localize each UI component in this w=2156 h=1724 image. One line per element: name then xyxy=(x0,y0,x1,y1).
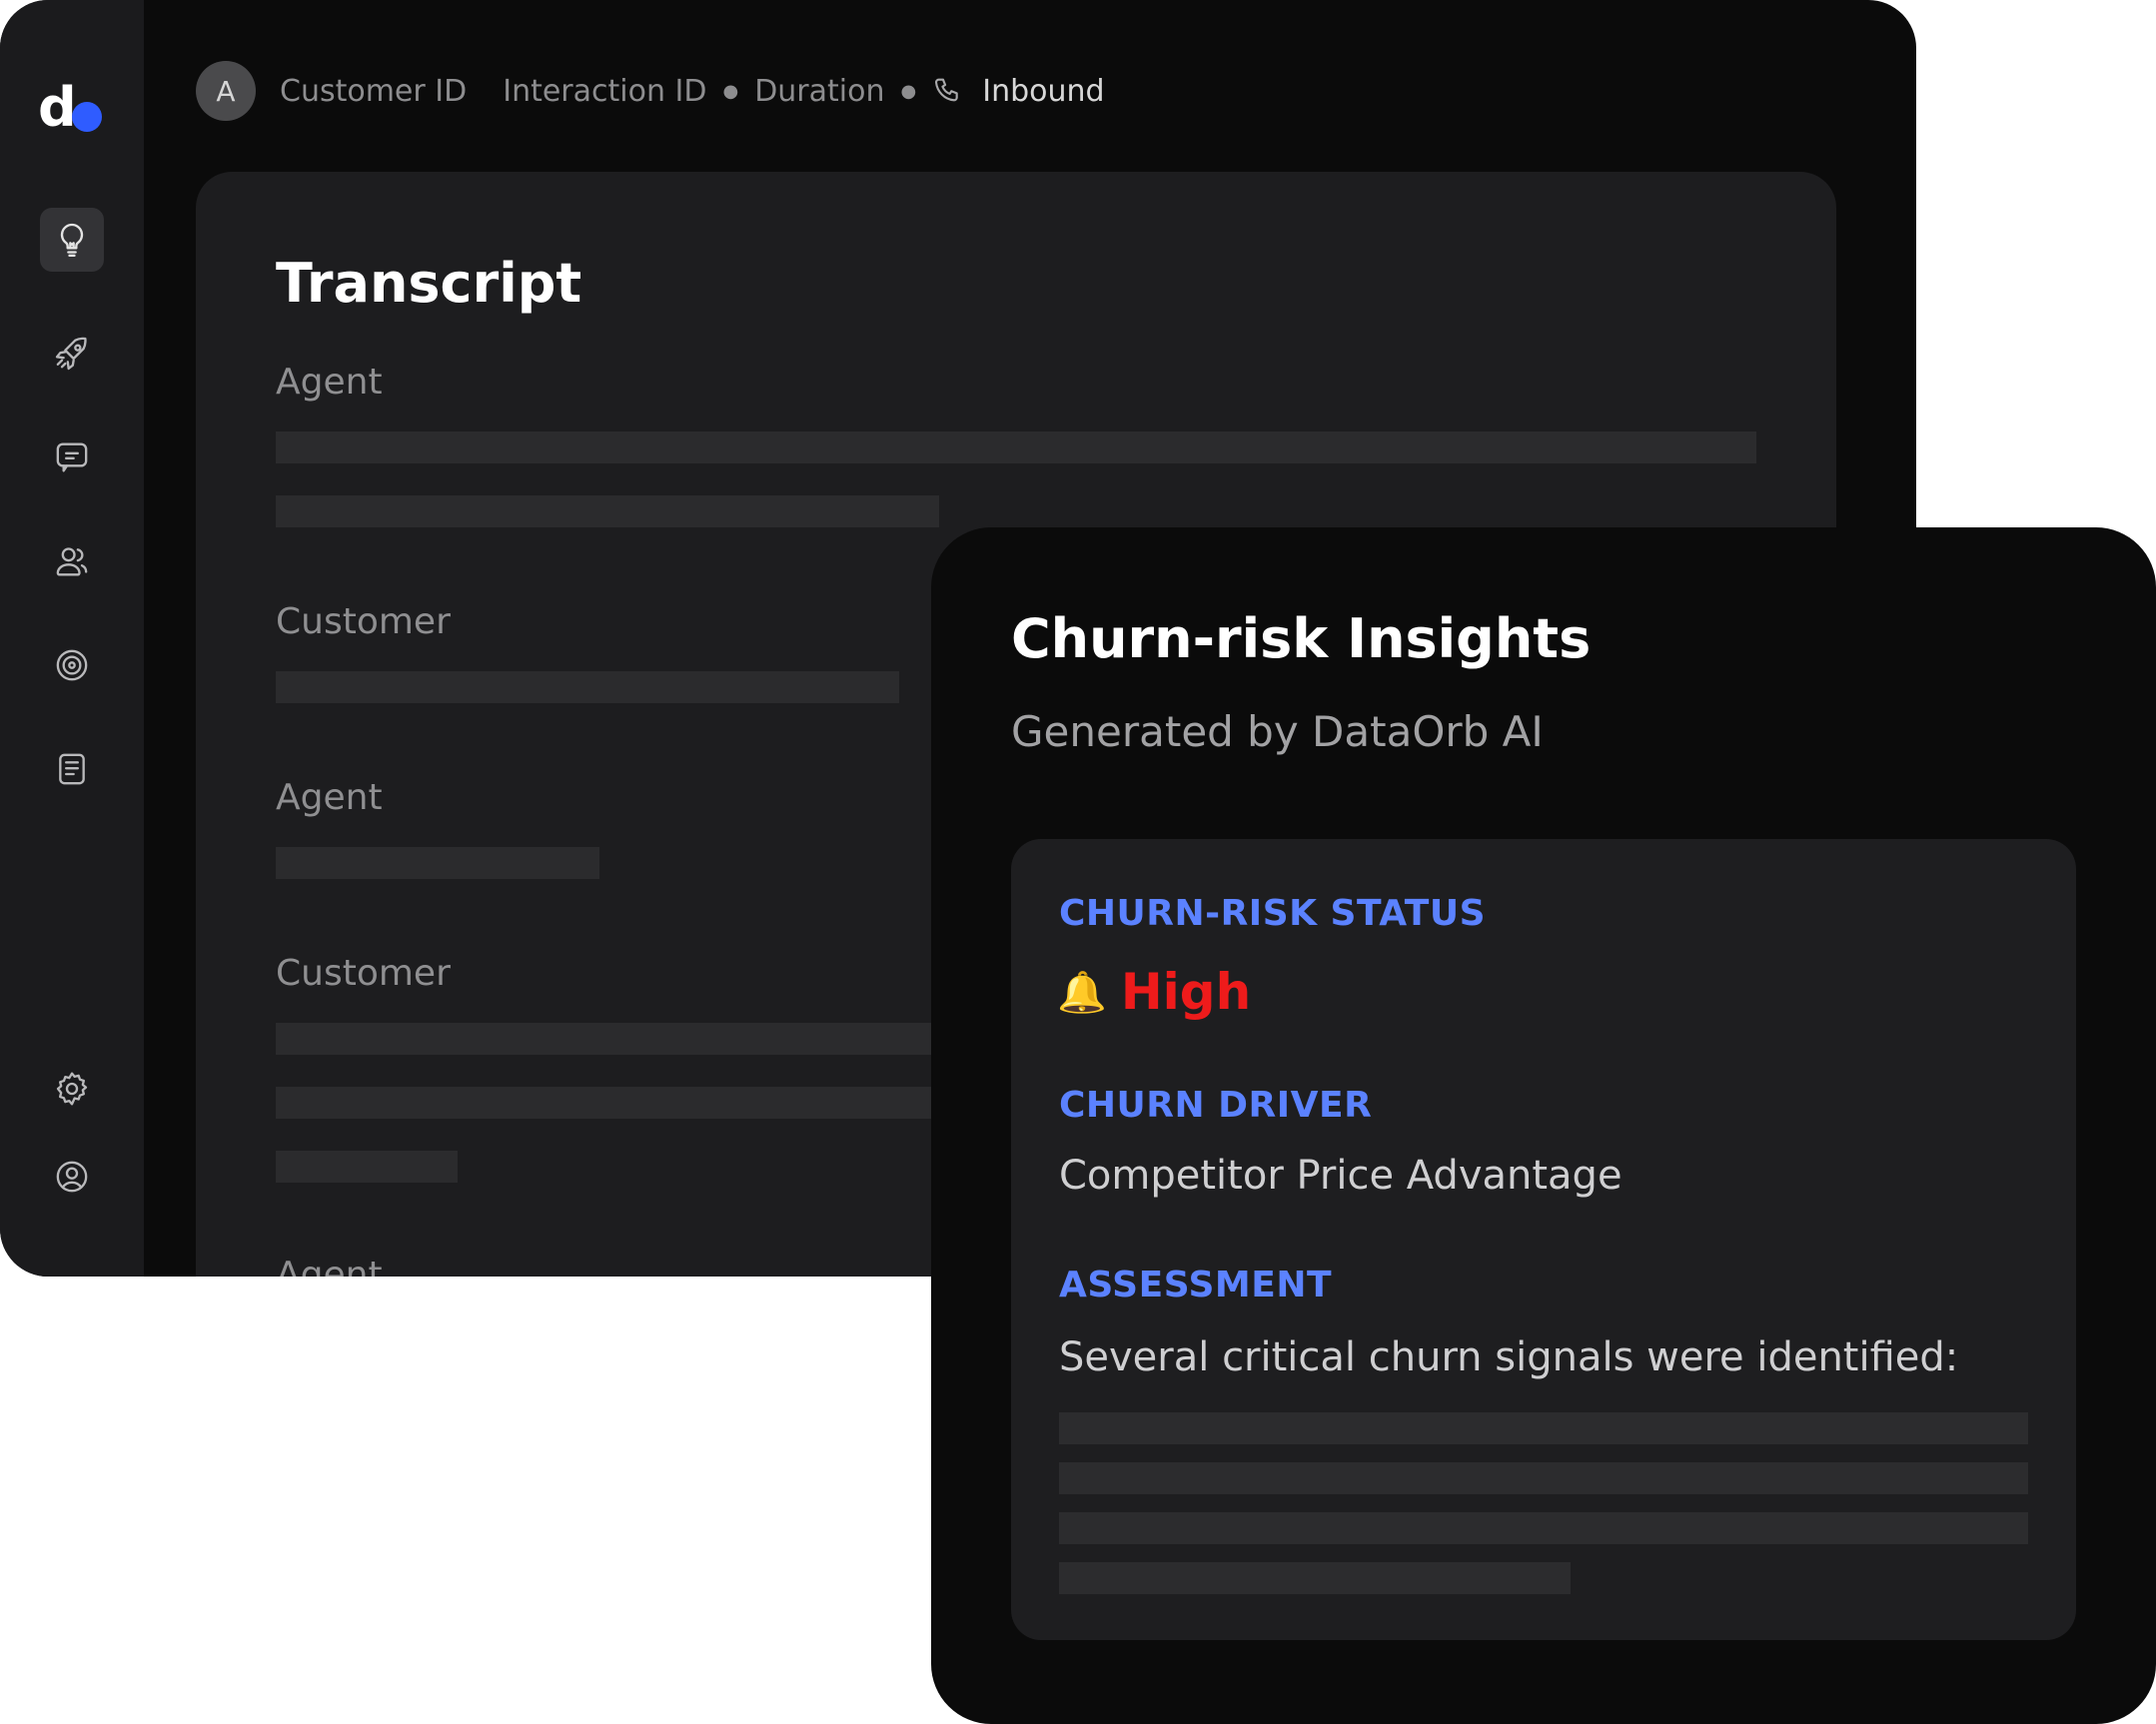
transcript-line-placeholder xyxy=(276,847,599,879)
target-icon xyxy=(56,649,88,681)
transcript-line-placeholder xyxy=(276,431,1756,463)
sidebar-item-goals[interactable] xyxy=(40,633,104,697)
transcript-line-placeholder xyxy=(276,495,939,527)
users-icon xyxy=(56,547,88,576)
call-direction: Inbound xyxy=(982,73,1105,109)
app-logo[interactable]: d xyxy=(38,78,108,138)
churn-driver-value: Competitor Price Advantage xyxy=(1059,1153,1622,1199)
speaker-label: Agent xyxy=(276,777,383,818)
assessment-line-placeholder xyxy=(1059,1562,1571,1594)
sidebar-item-launch[interactable] xyxy=(40,322,104,386)
customer-id[interactable]: Customer ID xyxy=(280,74,467,109)
sidebar-item-insights[interactable] xyxy=(40,208,104,272)
interaction-id: Interaction ID xyxy=(503,73,707,109)
separator-dot: ● xyxy=(722,80,739,102)
speaker-label: Customer xyxy=(276,601,451,642)
sidebar-item-conversations[interactable] xyxy=(40,426,104,489)
separator-dot: ● xyxy=(900,80,917,102)
phone-icon xyxy=(935,78,958,102)
interaction-header: A Customer ID Interaction ID ● Duration … xyxy=(196,60,1105,122)
speaker-label: Agent xyxy=(276,1255,383,1277)
status-value: High xyxy=(1120,963,1252,1021)
assessment-line-placeholder xyxy=(1059,1462,2028,1494)
duration: Duration xyxy=(754,73,885,109)
assessment-text: Several critical churn signals were iden… xyxy=(1059,1334,1959,1380)
sidebar-item-settings[interactable] xyxy=(40,1057,104,1121)
document-icon xyxy=(59,753,85,785)
speaker-label: Customer xyxy=(276,953,451,994)
logo-letter: d xyxy=(38,76,77,139)
churn-risk-status: 🔔 High xyxy=(1057,963,1251,1021)
bell-icon: 🔔 xyxy=(1057,969,1107,1016)
assessment-label: ASSESSMENT xyxy=(1059,1265,1333,1305)
chat-icon xyxy=(56,442,88,472)
insights-subtitle: Generated by DataOrb AI xyxy=(1011,707,1544,756)
lightbulb-icon xyxy=(60,223,84,257)
insights-title: Churn-risk Insights xyxy=(1011,607,1592,670)
gear-icon xyxy=(56,1072,88,1106)
logo-dot xyxy=(72,102,102,132)
sidebar-item-profile[interactable] xyxy=(40,1145,104,1209)
sidebar: d xyxy=(0,0,144,1277)
sidebar-item-customers[interactable] xyxy=(40,529,104,593)
assessment-line-placeholder xyxy=(1059,1512,2028,1544)
transcript-title: Transcript xyxy=(276,252,582,315)
user-circle-icon xyxy=(56,1161,88,1193)
assessment-line-placeholder xyxy=(1059,1412,2028,1444)
churn-risk-status-label: CHURN-RISK STATUS xyxy=(1059,893,1487,934)
sidebar-item-reports[interactable] xyxy=(40,737,104,801)
speaker-label: Agent xyxy=(276,362,383,403)
churn-driver-label: CHURN DRIVER xyxy=(1059,1085,1373,1126)
rocket-icon xyxy=(55,337,87,371)
avatar[interactable]: A xyxy=(196,61,256,121)
transcript-line-placeholder xyxy=(276,1151,458,1183)
churn-insights-card: Churn-risk Insights Generated by DataOrb… xyxy=(931,527,2156,1724)
insights-details: CHURN-RISK STATUS 🔔 High CHURN DRIVER Co… xyxy=(1011,839,2076,1640)
transcript-line-placeholder xyxy=(276,671,899,703)
